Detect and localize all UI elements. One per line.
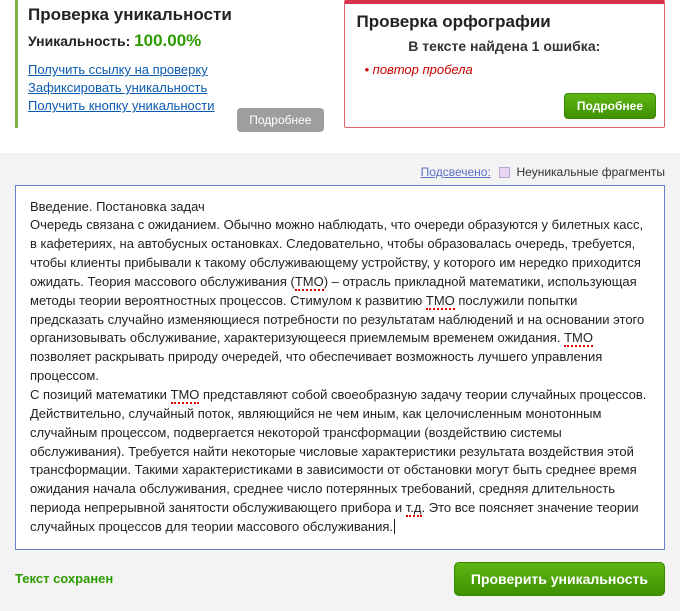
legend-row: Подсвечено: Неуникальные фрагменты xyxy=(15,165,665,179)
orthography-subtitle: В тексте найдена 1 ошибка: xyxy=(357,38,653,54)
uniqueness-panel: Проверка уникальности Уникальность: 100.… xyxy=(15,0,324,128)
link-get-check-url[interactable]: Получить ссылку на проверку xyxy=(28,61,324,79)
orthography-error-item: повтор пробела xyxy=(365,62,653,77)
spell-error[interactable]: ТМО xyxy=(564,330,593,347)
text-caret-icon xyxy=(393,519,395,534)
uniqueness-value: 100.00% xyxy=(134,31,201,50)
text-line: Введение. Постановка задач xyxy=(30,198,650,217)
orthography-more-button[interactable]: Подробнее xyxy=(564,93,656,119)
check-uniqueness-button[interactable]: Проверить уникальность xyxy=(454,562,665,596)
legend-highlighted-link[interactable]: Подсвечено: xyxy=(421,165,491,179)
legend-non-unique-label: Неуникальные фрагменты xyxy=(516,165,665,179)
orthography-error-list: повтор пробела xyxy=(357,62,653,77)
text-paragraph: Очередь связана с ожиданием. Обычно можн… xyxy=(30,216,650,386)
spell-error[interactable]: ТМО xyxy=(295,274,324,291)
text-editor[interactable]: Введение. Постановка задач Очередь связа… xyxy=(15,185,665,550)
link-fix-uniqueness[interactable]: Зафиксировать уникальность xyxy=(28,79,324,97)
footer-row: Текст сохранен Проверить уникальность xyxy=(15,562,665,596)
text-paragraph: С позиций математики ТМО представляют со… xyxy=(30,386,650,537)
spell-error[interactable]: ТМО xyxy=(426,293,455,310)
uniqueness-more-button[interactable]: Подробнее xyxy=(237,108,323,132)
orthography-panel: Проверка орфографии В тексте найдена 1 о… xyxy=(344,0,666,128)
spell-error[interactable]: т.д xyxy=(406,500,422,517)
content-area: Подсвечено: Неуникальные фрагменты Введе… xyxy=(0,153,680,611)
spell-error[interactable]: ТМО xyxy=(171,387,200,404)
uniqueness-line: Уникальность: 100.00% xyxy=(28,31,324,51)
orthography-title: Проверка орфографии xyxy=(357,12,653,32)
legend-swatch-icon xyxy=(499,167,510,178)
uniqueness-label: Уникальность: xyxy=(28,33,130,49)
uniqueness-title: Проверка уникальности xyxy=(28,5,324,25)
saved-message: Текст сохранен xyxy=(15,571,113,586)
